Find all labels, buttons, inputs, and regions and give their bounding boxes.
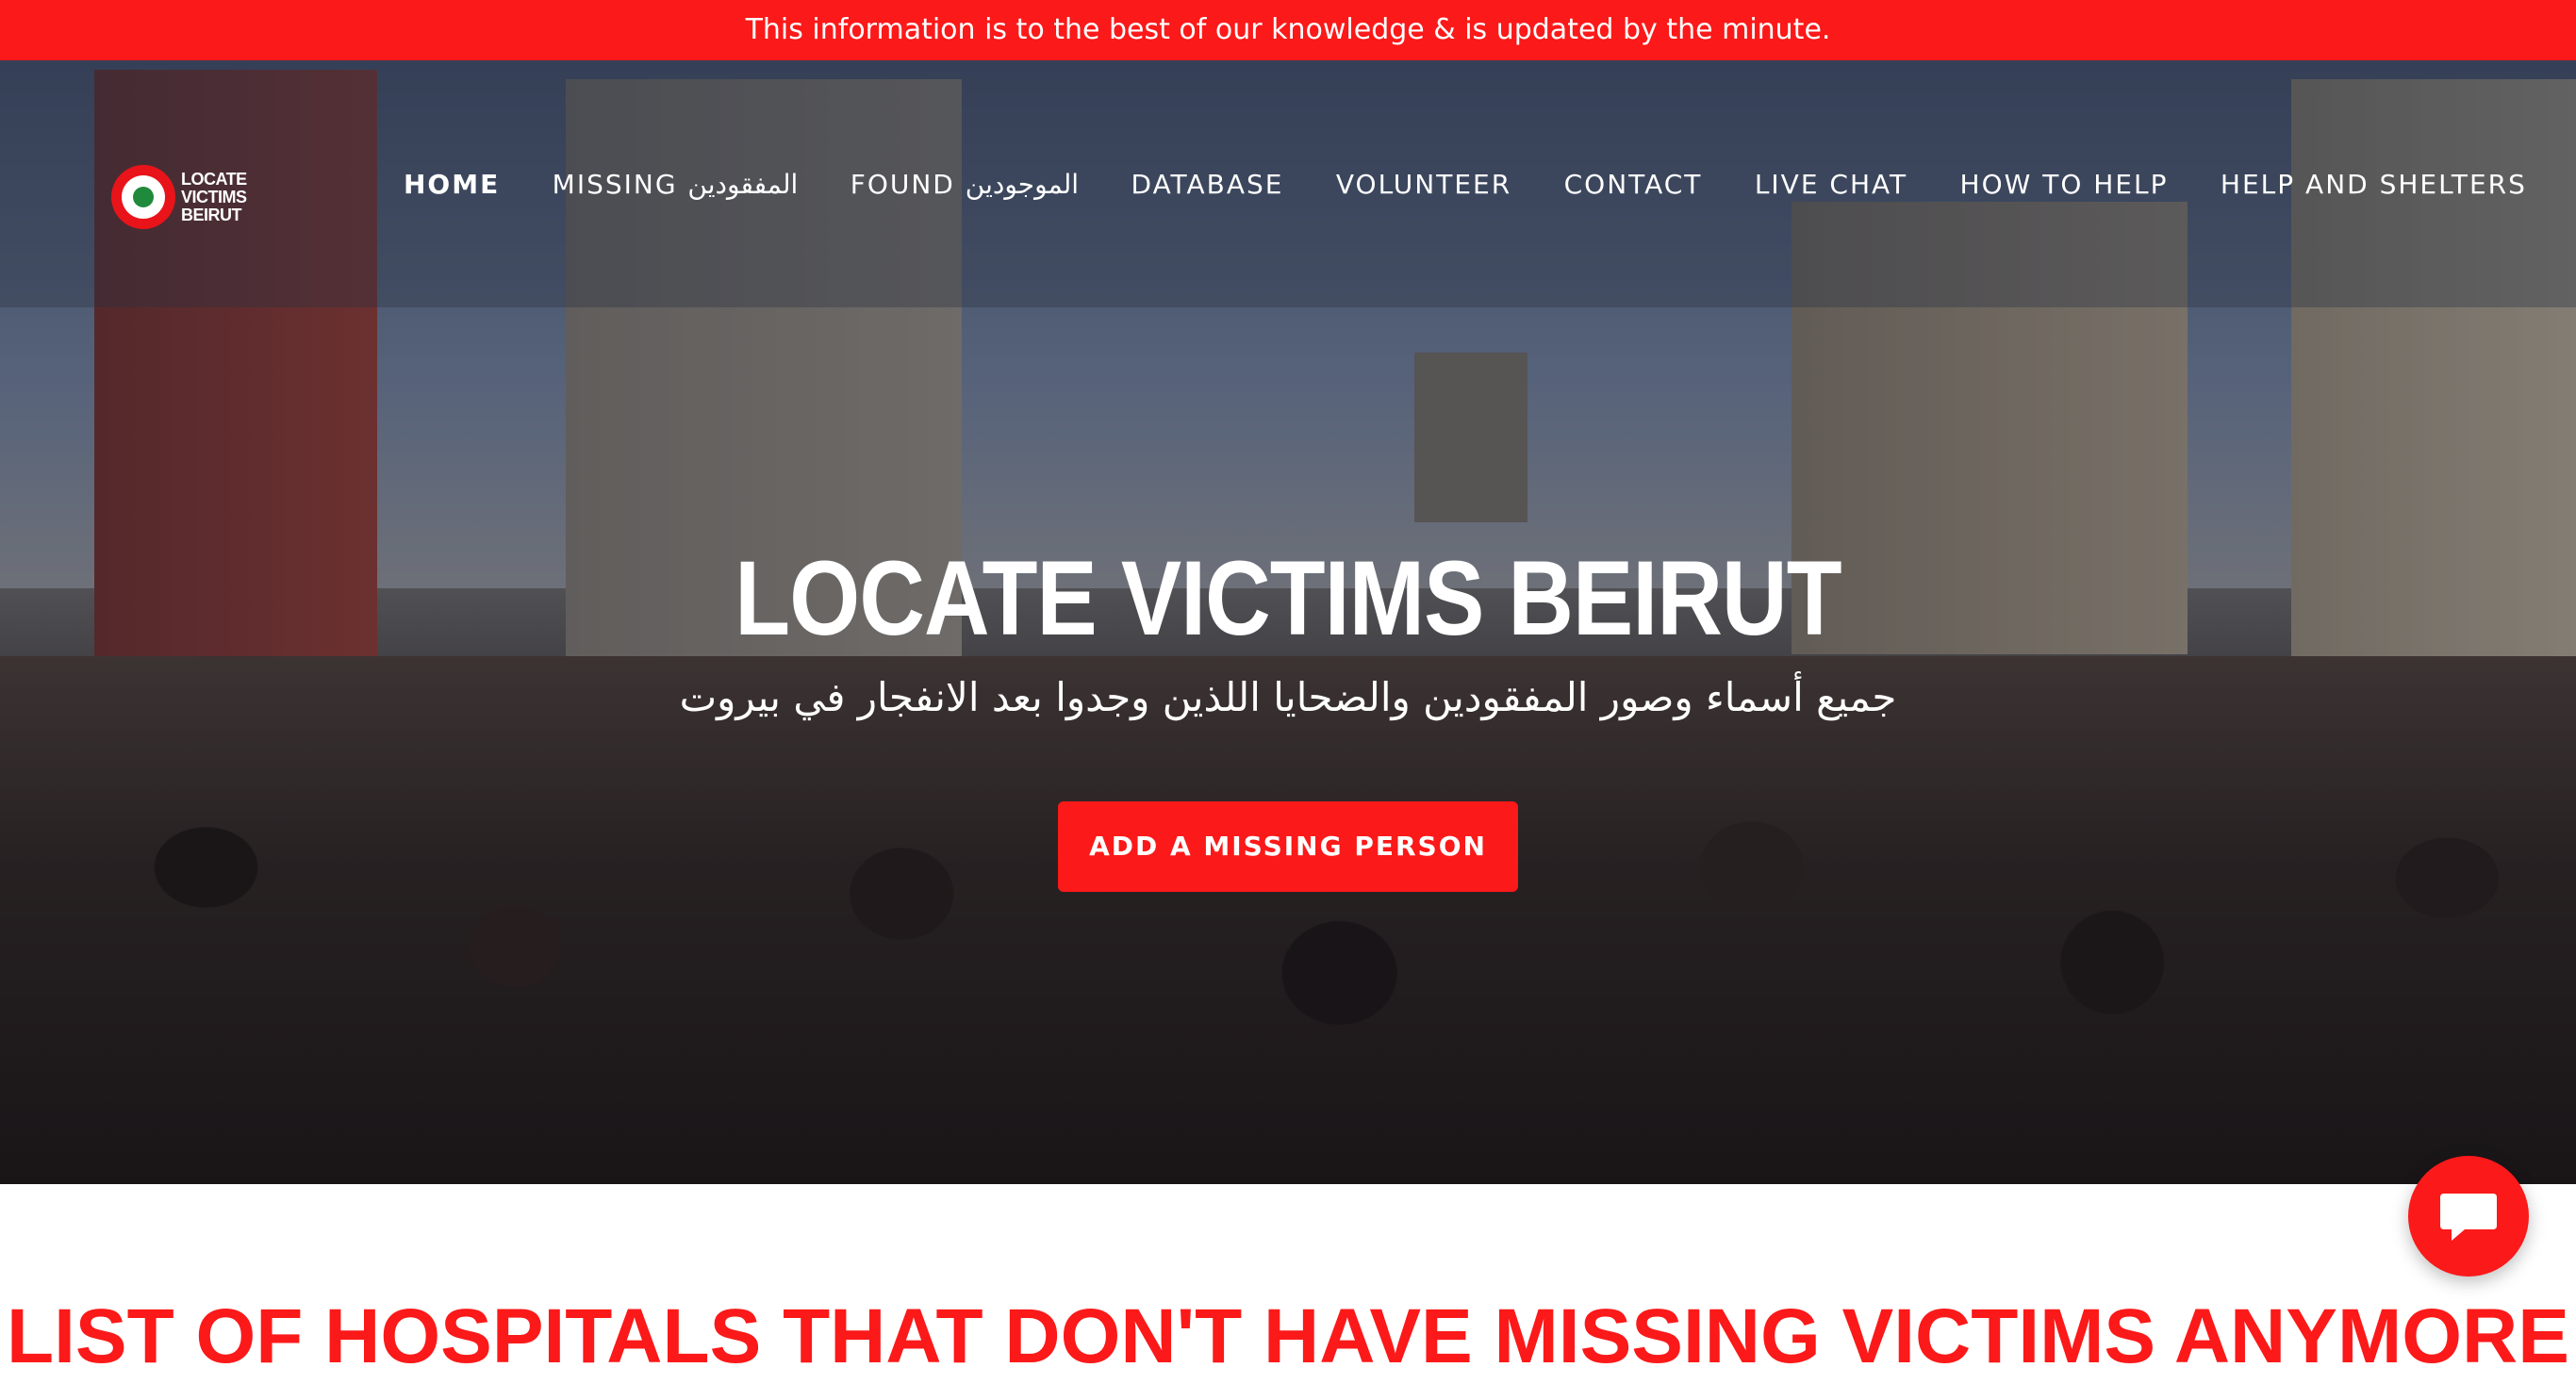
nav-item-found[interactable]: FOUND الموجودين [850,169,1079,200]
nav-item-how-to-help[interactable]: HOW TO HELP [1960,169,2169,200]
live-chat-button[interactable] [2408,1156,2529,1277]
announcement-text: This information is to the best of our k… [745,13,1831,46]
hero-subtitle: جميع أسماء وصور المفقودين والضحايا اللذي… [679,674,1897,720]
nav-item-live-chat[interactable]: LIVE CHAT [1755,169,1907,200]
announcement-bar: This information is to the best of our k… [0,0,2576,60]
nav-item-help-and-shelters[interactable]: HELP AND SHELTERS [2221,169,2527,200]
logo-wordmark: LOCATE VICTIMS BEIRUT [181,169,247,224]
main-nav: HOME MISSING المفقودين FOUND الموجودين D… [377,151,2527,217]
nav-item-volunteer[interactable]: VOLUNTEER [1336,169,1511,200]
nav-item-contact[interactable]: CONTACT [1564,169,1703,200]
hospitals-section-heading: LIST OF HOSPITALS THAT DON'T HAVE MISSIN… [7,1293,2569,1379]
nav-item-home[interactable]: HOME [404,169,500,200]
nav-item-database[interactable]: DATABASE [1131,169,1284,200]
target-ring-icon [111,165,175,229]
hero-content: LOCATE VICTIMS BEIRUT جميع أسماء وصور ال… [0,528,2576,892]
chat-bubble-icon [2440,1194,2497,1241]
add-missing-person-button[interactable]: ADD A MISSING PERSON [1058,801,1518,892]
hero-title: LOCATE VICTIMS BEIRUT [735,539,1841,657]
site-logo[interactable]: LOCATE VICTIMS BEIRUT [111,155,272,239]
nav-item-missing[interactable]: MISSING المفقودين [553,169,799,200]
